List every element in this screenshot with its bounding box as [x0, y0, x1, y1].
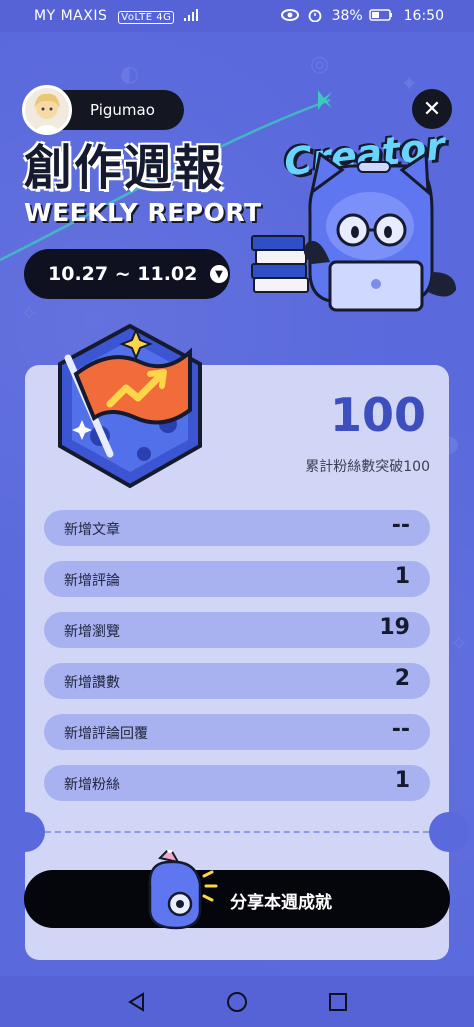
achievement-badge-icon	[58, 323, 202, 489]
share-button[interactable]: 分享本週成就	[24, 850, 450, 930]
stat-label: 新增讚數	[64, 675, 120, 691]
signal-icon	[184, 9, 199, 21]
carrier-name: MY MAXIS	[34, 8, 108, 24]
page-title: 創作週報	[24, 140, 225, 196]
stat-label: 新增瀏覽	[64, 624, 120, 640]
clock: 16:50	[403, 8, 444, 24]
status-right: 38% 16:50	[280, 8, 444, 24]
network-indicator: VoLTE 4G	[118, 11, 175, 24]
home-icon	[227, 992, 247, 1012]
stat-label: 新增粉絲	[64, 777, 120, 793]
stat-value: 1	[394, 564, 410, 589]
stat-label: 新增文章	[64, 522, 120, 538]
eye-icon	[280, 9, 299, 21]
status-left: MY MAXIS VoLTE 4G	[34, 8, 199, 24]
status-bar: MY MAXIS VoLTE 4G 38% 16:50	[0, 0, 474, 32]
share-label: 分享本週成就	[230, 893, 332, 913]
card-notch-right	[429, 812, 469, 852]
stat-value: 19	[379, 615, 410, 640]
chevron-down-icon[interactable]: ▼	[210, 265, 228, 283]
stat-value: --	[391, 717, 410, 742]
milestone-label: 累計粉絲數突破100	[305, 459, 430, 475]
recent-apps-button[interactable]	[326, 990, 350, 1014]
card-notch-left	[5, 812, 45, 852]
stat-value: --	[391, 513, 410, 538]
alarm-icon	[308, 9, 322, 23]
battery-icon	[369, 9, 393, 21]
stat-label: 新增評論	[64, 573, 120, 589]
date-range: 10.27 ~ 11.02	[48, 263, 198, 285]
background-doodle: ✧	[20, 302, 39, 327]
stat-row: 新增評論回覆 --	[44, 714, 430, 750]
home-button[interactable]	[225, 990, 249, 1014]
back-icon	[128, 992, 144, 1012]
milestone-number: 100	[329, 388, 426, 442]
stat-row: 新增評論 1	[44, 561, 430, 597]
system-nav-bar	[0, 976, 474, 1027]
username: Pigumao	[90, 101, 155, 119]
page-subtitle: WEEKLY REPORT	[24, 198, 262, 227]
stat-row: 新增瀏覽 19	[44, 612, 430, 648]
battery-percent: 38%	[331, 8, 363, 24]
close-button[interactable]: ✕	[412, 89, 452, 129]
avatar-image	[33, 93, 61, 132]
user-pill[interactable]: Pigumao	[22, 85, 184, 135]
mascot-illustration	[251, 152, 456, 312]
date-range-selector[interactable]: 10.27 ~ 11.02 ▼	[24, 249, 230, 299]
stat-value: 1	[394, 768, 410, 793]
background-doodle: ◎	[310, 52, 330, 77]
close-icon: ✕	[422, 96, 442, 122]
stat-value: 2	[394, 666, 410, 691]
background-doodle: ✧	[450, 632, 469, 657]
card-divider	[45, 831, 429, 833]
back-button[interactable]	[124, 990, 148, 1014]
stat-row: 新增文章 --	[44, 510, 430, 546]
stat-row: 新增讚數 2	[44, 663, 430, 699]
stat-label: 新增評論回覆	[64, 726, 148, 742]
stat-row: 新增粉絲 1	[44, 765, 430, 801]
party-mascot-icon	[148, 850, 218, 930]
recent-apps-icon	[329, 993, 347, 1011]
